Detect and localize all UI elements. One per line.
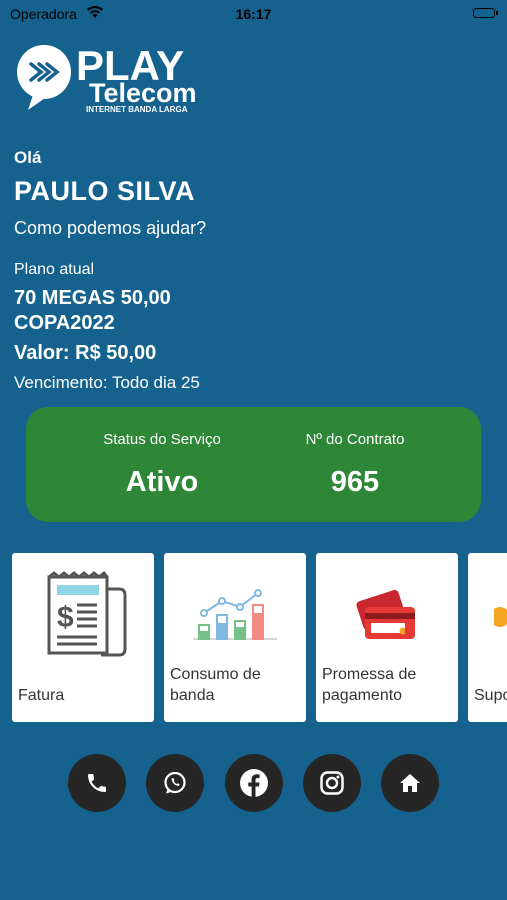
facebook-button[interactable] (225, 754, 283, 812)
service-status-label: Status do Serviço (103, 431, 221, 448)
status-bar: Operadora 16:17 (0, 0, 507, 30)
bandwidth-usage-label: Consumo de banda (170, 666, 261, 704)
payment-promise-card[interactable]: Promessa de pagamento (316, 553, 458, 722)
clock: 16:17 (235, 6, 272, 22)
bandwidth-usage-card[interactable]: Consumo de banda (164, 553, 306, 722)
phone-icon (88, 774, 106, 792)
plan-due-date: Vencimento: Todo dia 25 (14, 373, 200, 392)
whatsapp-button[interactable] (146, 754, 204, 812)
play-telecom-logo: PLAY Telecom INTERNET BANDA LARGA (14, 40, 234, 115)
svg-text:$: $ (57, 601, 74, 634)
help-prompt: Como podemos ajudar? (14, 218, 207, 238)
home-button[interactable] (381, 754, 439, 812)
bar-chart-icon (164, 567, 306, 667)
battery-icon (473, 8, 498, 18)
plan-price: Valor: R$ 50,00 (14, 342, 157, 364)
instagram-button[interactable] (303, 754, 361, 812)
contract-number: Nº do Contrato 965 (255, 431, 455, 499)
support-icon (468, 567, 507, 667)
service-status-card: Status do Serviço Ativo Nº do Contrato 9… (26, 407, 481, 522)
service-status: Status do Serviço Ativo (62, 431, 262, 499)
invoice-card[interactable]: $ Fatura (12, 553, 154, 722)
instagram-icon (320, 771, 344, 795)
phone-button[interactable] (68, 754, 126, 812)
support-card[interactable]: Suporte (468, 553, 507, 722)
credit-card-icon (316, 567, 458, 667)
menu-carousel[interactable]: $ Fatura Consumo de banda Promessa de pa… (12, 553, 507, 723)
svg-text:Telecom: Telecom (89, 78, 197, 108)
whatsapp-icon (164, 771, 186, 794)
plan-label: Plano atual (14, 261, 95, 278)
plan-name: 70 MEGAS 50,00 COPA2022 (14, 287, 171, 334)
payment-promise-label: Promessa de pagamento (322, 666, 417, 704)
home-icon (400, 774, 420, 792)
user-name: PAULO SILVA (14, 176, 195, 206)
invoice-icon: $ (12, 567, 154, 667)
facebook-icon (240, 769, 268, 797)
contract-number-value: 965 (330, 466, 380, 498)
svg-text:INTERNET BANDA LARGA: INTERNET BANDA LARGA (86, 105, 188, 114)
contract-number-label: Nº do Contrato (305, 431, 405, 448)
greeting-text: Olá (14, 148, 42, 167)
service-status-value: Ativo (125, 466, 199, 498)
support-card-label: Suporte (474, 687, 507, 704)
social-buttons-row (0, 754, 507, 814)
invoice-card-label: Fatura (18, 687, 65, 704)
